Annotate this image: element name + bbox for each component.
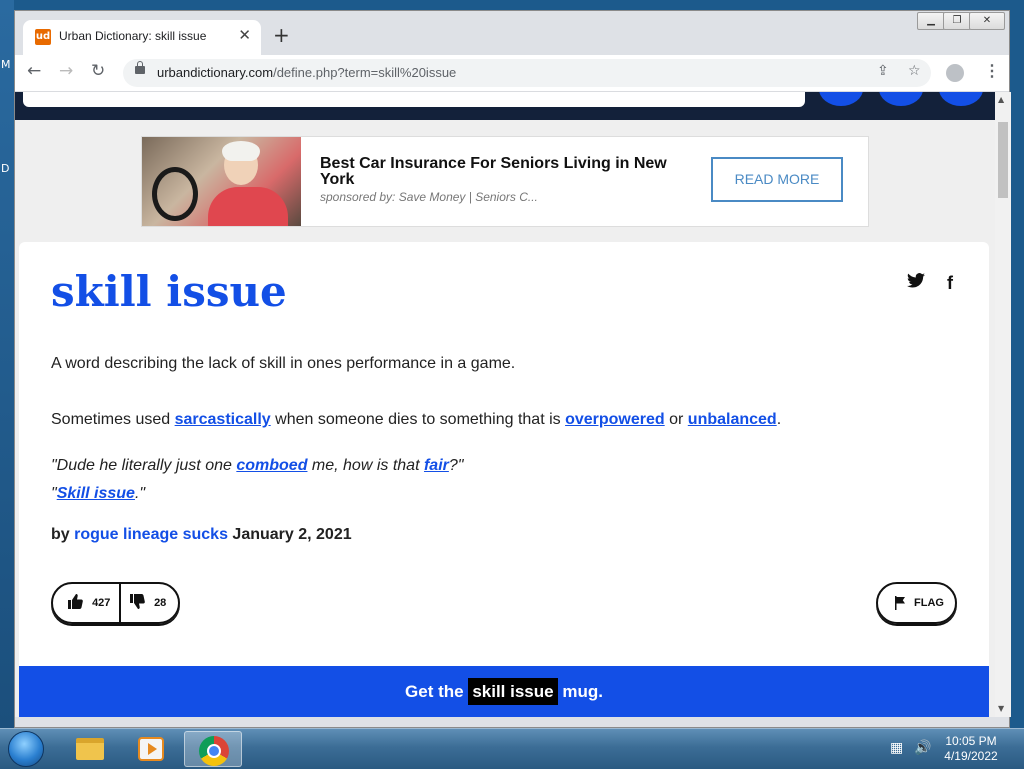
- scrollbar-thumb[interactable]: [998, 122, 1008, 198]
- mug-term: skill issue: [468, 678, 558, 705]
- ad-title[interactable]: Best Car Insurance For Seniors Living in…: [320, 156, 700, 188]
- contributor-line: by rogue lineage sucks January 2, 2021: [51, 526, 352, 544]
- minimize-button[interactable]: ▁: [917, 12, 945, 30]
- thumbs-up-icon: [68, 594, 83, 609]
- clock-time: 10:05 PM: [945, 734, 997, 748]
- start-button[interactable]: [8, 731, 44, 767]
- flag-icon: [895, 596, 905, 610]
- facebook-share-icon[interactable]: f: [947, 273, 953, 294]
- scroll-down-icon[interactable]: ▼: [998, 704, 1004, 713]
- forward-button[interactable]: →: [59, 61, 73, 81]
- definition-example: "Dude he literally just one comboed me, …: [51, 452, 463, 508]
- ad-image[interactable]: [142, 137, 301, 226]
- meaning-line: A word describing the lack of skill in o…: [51, 355, 516, 372]
- link-fair[interactable]: fair: [424, 457, 449, 474]
- taskbar-media-player[interactable]: [122, 731, 180, 767]
- header-add-button[interactable]: [819, 92, 863, 106]
- media-player-icon: [138, 737, 164, 761]
- vote-divider: [119, 584, 121, 622]
- page-viewport: Best Car Insurance For Seniors Living in…: [15, 92, 995, 717]
- close-window-button[interactable]: ✕: [969, 12, 1005, 30]
- definition-word[interactable]: skill issue: [51, 267, 287, 316]
- flag-button[interactable]: FLAG: [876, 582, 957, 624]
- example-line: "Dude he literally just one comboed me, …: [51, 457, 464, 474]
- back-button[interactable]: ←: [27, 61, 41, 81]
- sponsored-ad[interactable]: Best Car Insurance For Seniors Living in…: [141, 136, 869, 227]
- author-link[interactable]: rogue lineage sucks: [74, 526, 228, 543]
- upvote-button[interactable]: 427: [67, 584, 110, 622]
- tab-title: Urban Dictionary: skill issue: [59, 29, 207, 43]
- windows-taskbar: ▦ 🔊 10:05 PM 4/19/2022: [0, 728, 1024, 769]
- taskbar-chrome[interactable]: [184, 731, 242, 767]
- desktop-edge: M D: [0, 0, 14, 728]
- example-line: "Skill issue.": [51, 485, 146, 502]
- ad-sponsor: sponsored by: Save Money | Seniors C...: [320, 190, 538, 204]
- flag-label: FLAG: [914, 597, 944, 609]
- definition-card: f skill issue A word describing the lack…: [19, 242, 989, 717]
- definition-date: January 2, 2021: [232, 526, 352, 543]
- desktop-icon-label: D: [1, 162, 10, 175]
- url-host: urbandictionary.com: [157, 65, 274, 80]
- by-label: by: [51, 526, 70, 543]
- thumbs-down-icon: [130, 594, 145, 609]
- definition-meaning: A word describing the lack of skill in o…: [51, 354, 951, 430]
- volume-icon[interactable]: 🔊: [914, 740, 931, 756]
- share-icon[interactable]: ⇪: [877, 63, 889, 79]
- urban-dictionary-favicon-icon: ud: [35, 29, 51, 45]
- browser-menu-icon[interactable]: ⋮: [984, 61, 1000, 81]
- ad-read-more-button[interactable]: READ MORE: [711, 157, 843, 202]
- taskbar-explorer[interactable]: [60, 731, 118, 767]
- tab-urban-dictionary[interactable]: ud Urban Dictionary: skill issue ✕: [23, 20, 261, 55]
- link-overpowered[interactable]: overpowered: [565, 411, 665, 428]
- downvote-button[interactable]: 28: [129, 584, 166, 622]
- link-sarcastically[interactable]: sarcastically: [175, 411, 271, 428]
- header-shuffle-button[interactable]: [879, 92, 923, 106]
- address-bar[interactable]: urbandictionary.com/define.php?term=skil…: [123, 59, 931, 87]
- desktop-icon-label: M: [1, 58, 11, 71]
- bookmark-star-icon[interactable]: ☆: [908, 63, 921, 79]
- lock-icon[interactable]: [135, 61, 145, 74]
- url-path: /define.php?term=skill%20issue: [273, 65, 457, 80]
- header-menu-button[interactable]: [939, 92, 983, 106]
- tab-strip: ud Urban Dictionary: skill issue ✕ + ▁ ❐…: [15, 11, 1009, 55]
- profile-avatar-icon[interactable]: [946, 64, 964, 82]
- restore-button[interactable]: ❐: [943, 12, 971, 30]
- browser-toolbar: ← → ↻ urbandictionary.com/define.php?ter…: [15, 55, 1009, 92]
- mug-promo-text[interactable]: Get the skill issue mug.: [19, 678, 989, 705]
- link-comboed[interactable]: comboed: [236, 457, 307, 474]
- downvote-count: 28: [154, 597, 167, 609]
- folder-icon: [76, 738, 104, 760]
- upvote-count: 427: [92, 597, 111, 609]
- scroll-up-icon[interactable]: ▲: [998, 95, 1004, 104]
- clock-date: 4/19/2022: [944, 749, 998, 763]
- link-skill-issue[interactable]: Skill issue: [57, 485, 135, 502]
- new-tab-button[interactable]: +: [273, 23, 290, 47]
- reload-button[interactable]: ↻: [91, 61, 105, 81]
- twitter-share-icon[interactable]: [907, 273, 925, 293]
- site-header: [15, 92, 995, 120]
- browser-window: ud Urban Dictionary: skill issue ✕ + ▁ ❐…: [14, 10, 1011, 728]
- network-icon[interactable]: ▦: [890, 740, 903, 756]
- url-text[interactable]: urbandictionary.com/define.php?term=skil…: [157, 65, 456, 80]
- mug-promo-banner[interactable]: Get the skill issue mug.: [19, 666, 989, 717]
- vote-buttons: 427 28: [51, 582, 180, 624]
- system-clock[interactable]: 10:05 PM 4/19/2022: [936, 734, 1006, 764]
- search-input[interactable]: [23, 92, 805, 107]
- chrome-icon: [199, 736, 229, 766]
- page-scrollbar[interactable]: ▲ ▼: [995, 92, 1011, 717]
- link-unbalanced[interactable]: unbalanced: [688, 411, 777, 428]
- close-tab-icon[interactable]: ✕: [238, 26, 251, 44]
- meaning-line: Sometimes used sarcastically when someon…: [51, 411, 782, 428]
